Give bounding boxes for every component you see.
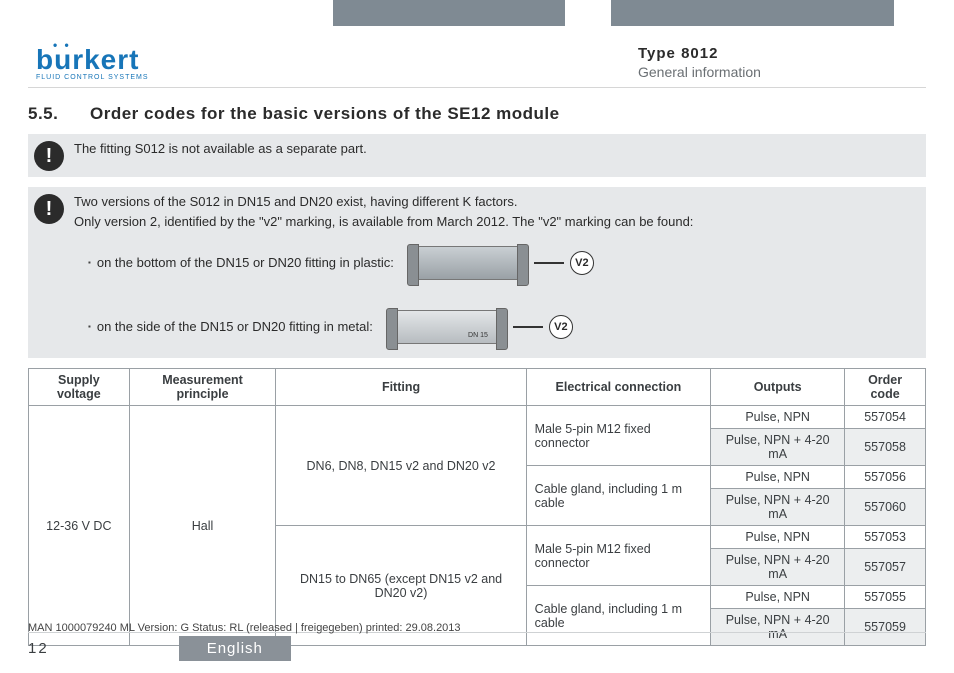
cell-output: Pulse, NPN [711, 466, 845, 489]
footer-meta: MAN 1000079240 ML Version: G Status: RL … [28, 622, 926, 634]
bullet-metal: on the side of the DN15 or DN20 fitting … [88, 310, 594, 344]
cell-code: 557055 [845, 586, 926, 609]
type-label: Type 8012 [638, 45, 918, 62]
note2-bullets: on the bottom of the DN15 or DN20 fittin… [88, 246, 594, 344]
th-principle: Measurement principle [129, 369, 276, 406]
cell-output: Pulse, NPN [711, 406, 845, 429]
cell-conn-b1: Cable gland, including 1 m cable [526, 466, 710, 526]
exclamation-icon: ! [34, 141, 64, 171]
exclamation-icon: ! [34, 194, 64, 224]
cell-output: Pulse, NPN [711, 526, 845, 549]
cell-conn-a2: Male 5-pin M12 fixed connector [526, 526, 710, 586]
cell-output: Pulse, NPN + 4-20 mA [711, 549, 845, 586]
th-supply: Supply voltage [29, 369, 130, 406]
page-header: • • burkert FLUID CONTROL SYSTEMS Type 8… [28, 44, 926, 88]
cell-code: 557056 [845, 466, 926, 489]
table-header-row: Supply voltage Measurement principle Fit… [29, 369, 926, 406]
th-outputs: Outputs [711, 369, 845, 406]
header-right: Type 8012 General information [638, 45, 918, 80]
cell-principle: Hall [129, 406, 276, 646]
fitting-metal-illustration: DN 15 V2 [387, 310, 573, 344]
cell-output: Pulse, NPN + 4-20 mA [711, 489, 845, 526]
cell-code: 557057 [845, 549, 926, 586]
warning-note-1: ! The fitting S012 is not available as a… [28, 134, 926, 177]
th-conn: Electrical connection [526, 369, 710, 406]
order-codes-table: Supply voltage Measurement principle Fit… [28, 368, 926, 646]
cell-output: Pulse, NPN [711, 586, 845, 609]
note2-line1: Two versions of the S012 in DN15 and DN2… [74, 193, 693, 211]
bullet1-text: on the bottom of the DN15 or DN20 fittin… [88, 254, 394, 272]
note2-line2: Only version 2, identified by the "v2" m… [74, 213, 693, 231]
dn-label: DN 15 [468, 331, 488, 340]
bullet-plastic: on the bottom of the DN15 or DN20 fittin… [88, 246, 594, 280]
top-tab-bars [0, 0, 954, 26]
v2-marker: V2 [570, 251, 594, 275]
section-heading: 5.5. Order codes for the basic versions … [28, 104, 926, 124]
brand-logo: • • burkert FLUID CONTROL SYSTEMS [36, 44, 149, 81]
logo-main-text: burkert [36, 44, 139, 75]
cell-conn-a1: Male 5-pin M12 fixed connector [526, 406, 710, 466]
table-row: 12-36 V DC Hall DN6, DN8, DN15 v2 and DN… [29, 406, 926, 429]
v2-marker: V2 [549, 315, 573, 339]
cell-code: 557060 [845, 489, 926, 526]
warning-note-2: ! Two versions of the S012 in DN15 and D… [28, 187, 926, 358]
cell-code: 557053 [845, 526, 926, 549]
page-footer: MAN 1000079240 ML Version: G Status: RL … [28, 622, 926, 661]
document-page: • • burkert FLUID CONTROL SYSTEMS Type 8… [0, 0, 954, 673]
cell-output: Pulse, NPN + 4-20 mA [711, 429, 845, 466]
note1-text: The fitting S012 is not available as a s… [74, 140, 367, 158]
cell-supply: 12-36 V DC [29, 406, 130, 646]
top-bar-left [333, 0, 565, 26]
bullet2-text: on the side of the DN15 or DN20 fitting … [88, 318, 373, 336]
page-number: 12 [28, 640, 49, 657]
cell-fitting-a: DN6, DN8, DN15 v2 and DN20 v2 [276, 406, 526, 526]
language-badge: English [179, 636, 291, 661]
header-subtitle: General information [638, 64, 918, 80]
cell-code: 557058 [845, 429, 926, 466]
section-title-text: Order codes for the basic versions of th… [90, 104, 560, 124]
fitting-body-plastic [408, 246, 528, 280]
cell-code: 557054 [845, 406, 926, 429]
th-code: Order code [845, 369, 926, 406]
section-number: 5.5. [28, 104, 72, 124]
th-fitting: Fitting [276, 369, 526, 406]
fitting-plastic-illustration: V2 [408, 246, 594, 280]
logo-text: • • burkert [36, 44, 139, 76]
top-bar-right [611, 0, 894, 26]
fitting-body-metal: DN 15 [387, 310, 507, 344]
